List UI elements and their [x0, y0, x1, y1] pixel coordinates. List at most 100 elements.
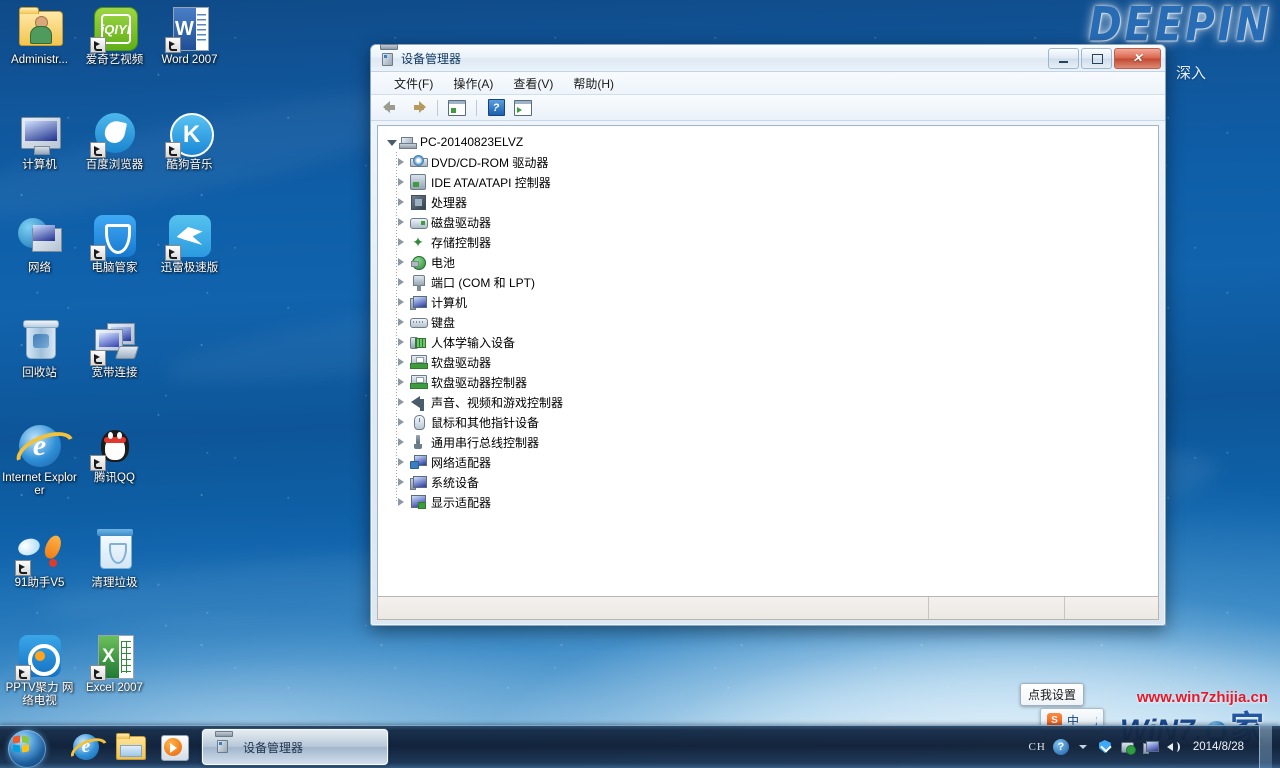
chevron-right-icon[interactable]	[396, 257, 407, 268]
desktop-icon-computer[interactable]: 计算机	[2, 109, 77, 172]
chevron-right-icon[interactable]	[396, 237, 407, 248]
arrow-right-icon	[410, 101, 426, 114]
tree-item-network-adapters[interactable]: 网络适配器	[382, 452, 1154, 472]
chevron-right-icon[interactable]	[396, 357, 407, 368]
shortcut-overlay-icon	[165, 142, 181, 158]
chevron-right-icon[interactable]	[396, 197, 407, 208]
desktop-icon-91-assistant[interactable]: 91助手V5	[2, 527, 77, 590]
tree-item-keyboards[interactable]: 键盘	[382, 312, 1154, 332]
desktop-icon-tencent-qq[interactable]: 腾讯QQ	[77, 422, 152, 485]
device-tree[interactable]: PC-20140823ELVZ DVD/CD-ROM 驱动器 IDE ATA/A…	[377, 125, 1159, 611]
input-language-indicator[interactable]: CH	[1029, 741, 1046, 753]
desktop-icon-internet-explorer[interactable]: Internet Explorer	[2, 422, 77, 498]
properties-button[interactable]	[511, 97, 535, 118]
desktop-icon-clean-junk[interactable]: 清理垃圾	[77, 527, 152, 590]
chevron-down-icon[interactable]	[386, 137, 397, 148]
show-console-tree-button[interactable]	[445, 97, 469, 118]
chevron-right-icon[interactable]	[396, 417, 407, 428]
mouse-icon	[410, 414, 426, 430]
desktop-icon-baidu-browser[interactable]: 百度浏览器	[77, 109, 152, 172]
minimize-button[interactable]	[1048, 48, 1079, 69]
desktop-icon-label: Excel 2007	[77, 682, 152, 695]
ide-controller-icon	[410, 174, 426, 190]
volume-icon[interactable]	[1166, 739, 1182, 755]
quick-launch-internet-explorer[interactable]	[66, 728, 106, 766]
toolbar: ?	[371, 95, 1165, 121]
settings-tooltip[interactable]: 点我设置	[1020, 683, 1084, 706]
menu-action[interactable]: 操作(A)	[444, 73, 502, 94]
chevron-right-icon[interactable]	[396, 477, 407, 488]
desktop-icon-recycle-bin[interactable]: 回收站	[2, 317, 77, 380]
desktop-icon-pc-manager[interactable]: 电脑管家	[77, 212, 152, 275]
show-hidden-icons-icon[interactable]	[1076, 740, 1090, 754]
desktop-icon-word2007[interactable]: Word 2007	[152, 4, 227, 67]
chevron-right-icon[interactable]	[396, 157, 407, 168]
chevron-right-icon[interactable]	[396, 217, 407, 228]
chevron-right-icon[interactable]	[396, 337, 407, 348]
show-desktop-button[interactable]	[1259, 726, 1272, 768]
maximize-button[interactable]	[1081, 48, 1112, 69]
tree-item-processors[interactable]: 处理器	[382, 192, 1154, 212]
tree-item-display-adapters[interactable]: 显示适配器	[382, 492, 1154, 512]
chevron-right-icon[interactable]	[396, 377, 407, 388]
tree-item-storage-controllers[interactable]: ✦ 存储控制器	[382, 232, 1154, 252]
tree-item-sound-video-game[interactable]: 声音、视频和游戏控制器	[382, 392, 1154, 412]
desktop-icon-broadband[interactable]: 宽带连接	[77, 317, 152, 380]
shortcut-overlay-icon	[165, 37, 181, 53]
tree-item-floppy-drives[interactable]: 软盘驱动器	[382, 352, 1154, 372]
usb-icon	[410, 434, 426, 450]
chevron-right-icon[interactable]	[396, 297, 407, 308]
chevron-right-icon[interactable]	[396, 397, 407, 408]
desktop-icon-administrator[interactable]: Administr...	[2, 4, 77, 67]
network-icon	[16, 212, 64, 260]
folder-user-icon	[16, 4, 64, 52]
tree-node-label: 软盘驱动器	[431, 354, 491, 371]
chevron-right-icon[interactable]	[396, 437, 407, 448]
tree-item-ports[interactable]: 端口 (COM 和 LPT)	[382, 272, 1154, 292]
tree-item-hid[interactable]: 人体学输入设备	[382, 332, 1154, 352]
chevron-right-icon[interactable]	[396, 497, 407, 508]
task-button-device-manager[interactable]: 设备管理器	[202, 729, 388, 765]
tree-item-batteries[interactable]: 电池	[382, 252, 1154, 272]
chevron-right-icon[interactable]	[396, 317, 407, 328]
help-button[interactable]: ?	[484, 97, 508, 118]
desktop-icon-label: 网络	[2, 262, 77, 275]
tree-item-dvd-cdrom[interactable]: DVD/CD-ROM 驱动器	[382, 152, 1154, 172]
tree-node-label: 通用串行总线控制器	[431, 434, 539, 451]
menu-help[interactable]: 帮助(H)	[564, 73, 623, 94]
menu-view[interactable]: 查看(V)	[504, 73, 562, 94]
desktop-icon-kugou-music[interactable]: K 酷狗音乐	[152, 109, 227, 172]
chevron-right-icon[interactable]	[396, 457, 407, 468]
desktop-icon-pptv[interactable]: PPTV聚力 网络电视	[2, 632, 77, 708]
desktop-icon-label: 清理垃圾	[77, 577, 152, 590]
close-button[interactable]: ✕	[1114, 48, 1161, 69]
tree-item-disk-drives[interactable]: 磁盘驱动器	[382, 212, 1154, 232]
tree-node-label: 人体学输入设备	[431, 334, 515, 351]
clock[interactable]: 2014/8/28	[1189, 741, 1248, 754]
start-button[interactable]	[2, 727, 56, 767]
quick-launch-windows-explorer[interactable]	[110, 728, 150, 766]
chevron-right-icon[interactable]	[396, 277, 407, 288]
desktop-icon-thunder[interactable]: 迅雷极速版	[152, 212, 227, 275]
security-shield-icon[interactable]	[1097, 739, 1113, 755]
desktop-icon-network[interactable]: 网络	[2, 212, 77, 275]
tree-item-computer[interactable]: 计算机	[382, 292, 1154, 312]
quick-launch-media-player[interactable]	[154, 728, 194, 766]
network-monitor-icon[interactable]	[1143, 739, 1159, 755]
back-button[interactable]	[379, 97, 403, 118]
chevron-right-icon[interactable]	[396, 177, 407, 188]
desktop-icon-iqiyi[interactable]: iQIYI 爱奇艺视频	[77, 4, 152, 67]
help-icon[interactable]: ?	[1053, 739, 1069, 755]
tree-root-node[interactable]: PC-20140823ELVZ	[382, 132, 1154, 152]
forward-button[interactable]	[406, 97, 430, 118]
tree-item-ide-controllers[interactable]: IDE ATA/ATAPI 控制器	[382, 172, 1154, 192]
tree-item-usb-controllers[interactable]: 通用串行总线控制器	[382, 432, 1154, 452]
desktop-icon-label: 宽带连接	[77, 367, 152, 380]
tree-item-floppy-controllers[interactable]: 软盘驱动器控制器	[382, 372, 1154, 392]
usb-safely-remove-icon[interactable]	[1120, 739, 1136, 755]
tree-item-mice-pointing[interactable]: 鼠标和其他指针设备	[382, 412, 1154, 432]
desktop-icon-excel2007[interactable]: Excel 2007	[77, 632, 152, 695]
tree-item-system-devices[interactable]: 系统设备	[382, 472, 1154, 492]
window-titlebar[interactable]: 设备管理器 ✕	[371, 45, 1165, 72]
menu-file[interactable]: 文件(F)	[385, 73, 442, 94]
